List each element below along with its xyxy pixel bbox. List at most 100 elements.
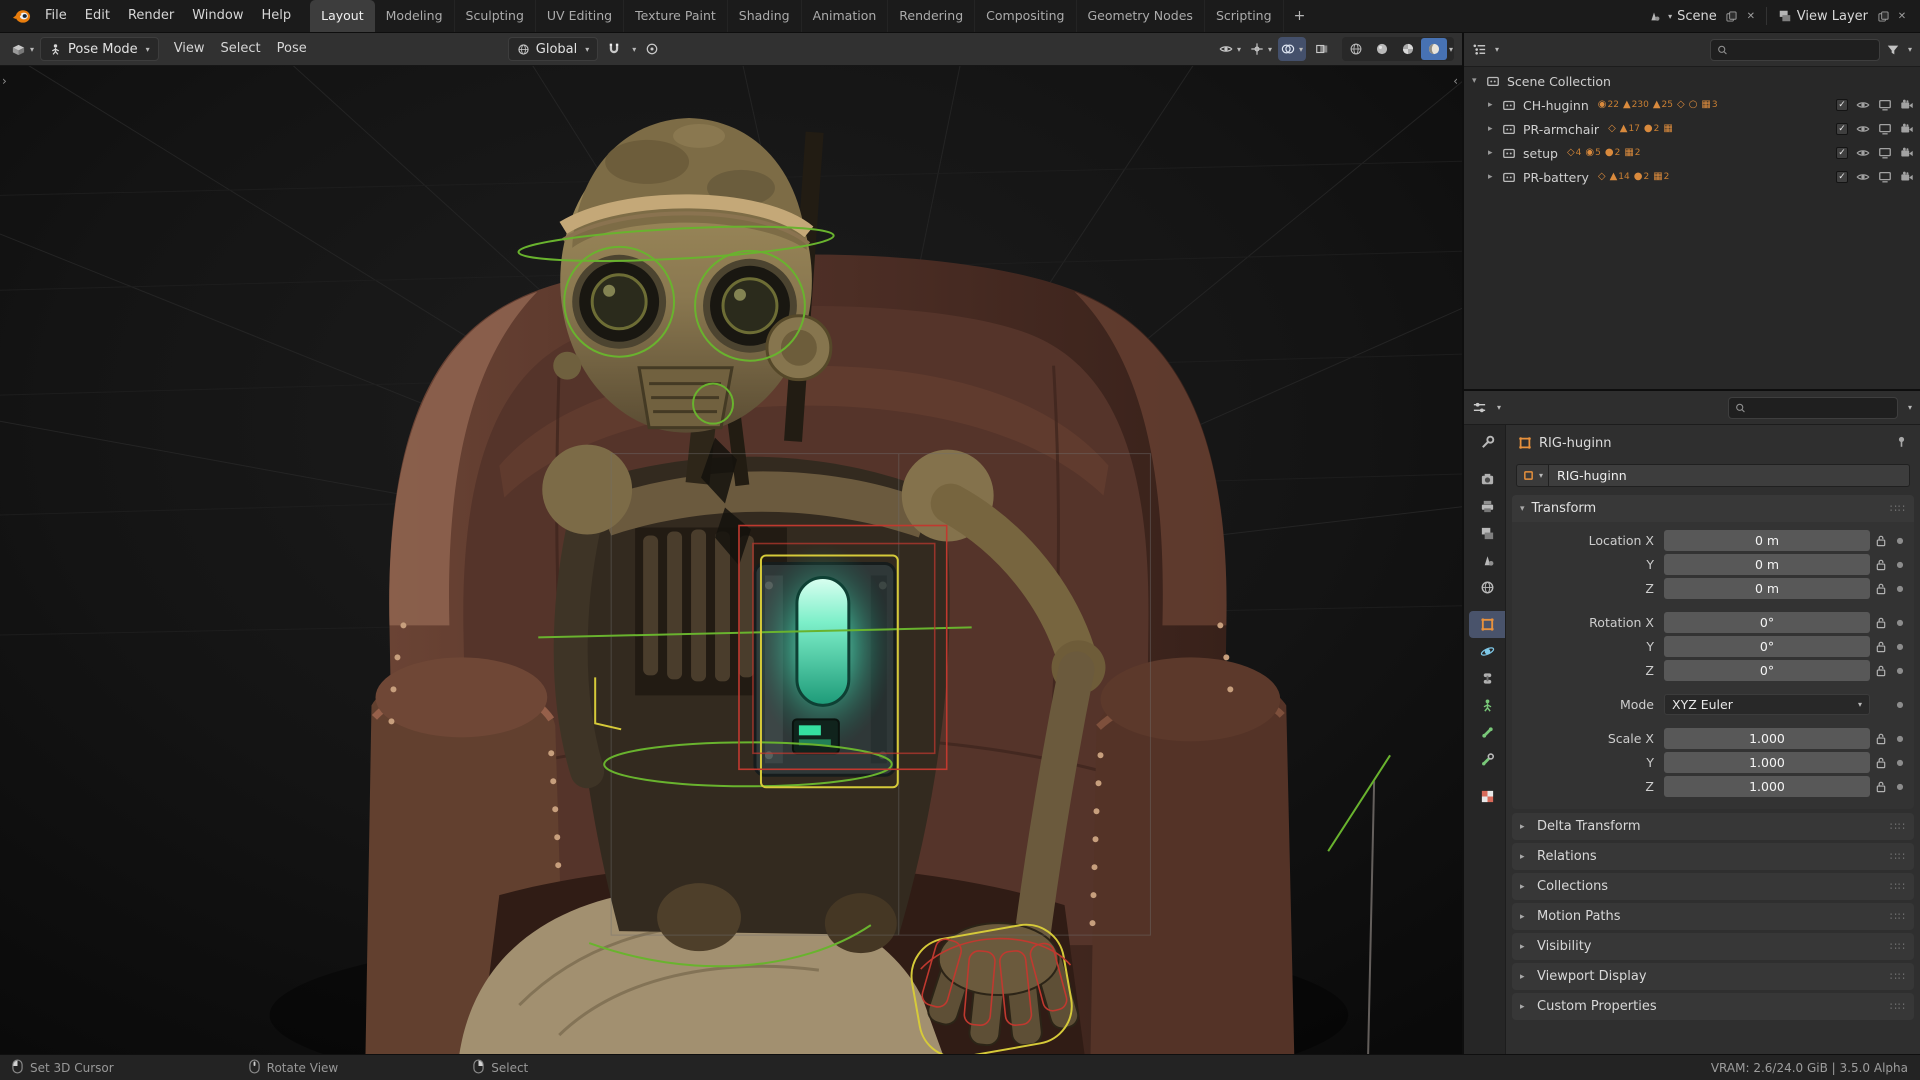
chevron-down-icon[interactable]: ▾ — [1495, 45, 1499, 54]
toolbar-expand-arrow[interactable]: › — [2, 74, 7, 88]
snap-toggle[interactable] — [601, 37, 627, 61]
outliner-row-setup[interactable]: ▸setup◇4◉5●2▦2✓ — [1464, 141, 1920, 165]
animate-decorator-dot[interactable]: ● — [1892, 584, 1908, 593]
lock-open-icon[interactable] — [1870, 583, 1892, 595]
exclude-checkbox[interactable]: ✓ — [1836, 171, 1848, 183]
pin-icon[interactable] — [1895, 435, 1908, 452]
properties-tab-scene[interactable] — [1469, 547, 1505, 574]
new-view-layer-button[interactable] — [1875, 8, 1891, 24]
unlink-scene-button[interactable]: ✕ — [1743, 8, 1759, 24]
chevron-down-icon[interactable]: ▾ — [1497, 403, 1501, 412]
menu-help[interactable]: Help — [253, 0, 301, 32]
exclude-checkbox[interactable]: ✓ — [1836, 123, 1848, 135]
exclude-checkbox[interactable]: ✓ — [1836, 147, 1848, 159]
sidebar-expand-arrow[interactable]: ‹ — [1453, 74, 1458, 88]
workspace-tab-texture-paint[interactable]: Texture Paint — [624, 0, 728, 32]
outliner-row-pr-armchair[interactable]: ▸PR-armchair◇▲17●2▦✓ — [1464, 117, 1920, 141]
breadcrumb-object-name[interactable]: RIG-huginn — [1539, 436, 1611, 451]
drag-handle[interactable]: ∷∷ — [1890, 502, 1906, 515]
outliner-root-row[interactable]: ▾ Scene Collection — [1464, 69, 1920, 93]
lock-open-icon[interactable] — [1870, 641, 1892, 653]
outliner-search[interactable] — [1710, 39, 1880, 61]
exclude-checkbox[interactable]: ✓ — [1836, 99, 1848, 111]
viewport-menu-pose[interactable]: Pose — [269, 33, 315, 65]
properties-tab-physics[interactable] — [1469, 638, 1505, 665]
outliner-row-pr-battery[interactable]: ▸PR-battery◇▲14●2▦2✓ — [1464, 165, 1920, 189]
object-type-visibility-dropdown[interactable]: ▾ — [1216, 37, 1244, 61]
object-browse-button[interactable]: ▾ — [1516, 464, 1549, 487]
properties-tab-view-layer[interactable] — [1469, 520, 1505, 547]
lock-open-icon[interactable] — [1870, 535, 1892, 547]
disclosure-triangle-icon[interactable]: ▸ — [1488, 100, 1502, 110]
drag-handle[interactable]: ∷∷ — [1890, 880, 1906, 893]
properties-tab-object-data[interactable] — [1469, 692, 1505, 719]
chevron-down-icon[interactable]: ▾ — [1908, 403, 1912, 412]
blender-logo-icon[interactable] — [6, 0, 36, 32]
remove-view-layer-button[interactable]: ✕ — [1894, 8, 1910, 24]
view-layer-selector[interactable]: View Layer — [1774, 4, 1872, 28]
workspace-tab-rendering[interactable]: Rendering — [888, 0, 975, 32]
transform-value-field[interactable]: 1.000 — [1664, 728, 1870, 749]
transform-value-field[interactable]: 0 m — [1664, 530, 1870, 551]
disable-render-icon[interactable] — [1899, 122, 1914, 137]
menu-file[interactable]: File — [36, 0, 76, 32]
workspace-tab-uv-editing[interactable]: UV Editing — [536, 0, 624, 32]
hide-eye-icon[interactable] — [1855, 170, 1870, 185]
menu-render[interactable]: Render — [119, 0, 183, 32]
object-name-field[interactable] — [1549, 464, 1910, 487]
outliner-editor-icon[interactable] — [1472, 42, 1487, 57]
lock-open-icon[interactable] — [1870, 757, 1892, 769]
menu-window[interactable]: Window — [183, 0, 252, 32]
workspace-tab-geometry-nodes[interactable]: Geometry Nodes — [1077, 0, 1205, 32]
drag-handle[interactable]: ∷∷ — [1890, 940, 1906, 953]
workspace-tab-shading[interactable]: Shading — [728, 0, 802, 32]
workspace-tab-sculpting[interactable]: Sculpting — [455, 0, 536, 32]
animate-decorator-dot[interactable]: ● — [1892, 666, 1908, 675]
collection-name[interactable]: setup — [1523, 146, 1558, 161]
properties-search[interactable] — [1728, 397, 1898, 419]
properties-editor-icon[interactable] — [1472, 400, 1487, 415]
shading-solid-button[interactable] — [1369, 38, 1395, 60]
properties-tab-object[interactable] — [1469, 611, 1505, 638]
disable-viewport-icon[interactable] — [1877, 98, 1892, 113]
properties-tab-tool[interactable] — [1469, 429, 1505, 456]
new-scene-button[interactable] — [1724, 8, 1740, 24]
animate-decorator-dot[interactable]: ● — [1892, 560, 1908, 569]
animate-decorator-dot[interactable]: ● — [1892, 734, 1908, 743]
workspace-tab-modeling[interactable]: Modeling — [375, 0, 455, 32]
add-workspace-button[interactable]: + — [1290, 6, 1310, 26]
disclosure-triangle-icon[interactable]: ▸ — [1488, 172, 1502, 182]
drag-handle[interactable]: ∷∷ — [1890, 820, 1906, 833]
workspace-tab-animation[interactable]: Animation — [802, 0, 889, 32]
properties-tab-bone-constraint[interactable] — [1469, 746, 1505, 773]
viewport-menu-view[interactable]: View — [166, 33, 213, 65]
transform-value-field[interactable]: 0 m — [1664, 554, 1870, 575]
disable-render-icon[interactable] — [1899, 146, 1914, 161]
animate-decorator-dot[interactable]: ● — [1892, 700, 1908, 709]
outliner-search-input[interactable] — [1733, 43, 1873, 57]
animate-decorator-dot[interactable]: ● — [1892, 782, 1908, 791]
animate-decorator-dot[interactable]: ● — [1892, 536, 1908, 545]
overlays-toggle[interactable]: ▾ — [1278, 37, 1306, 61]
scene-selector[interactable]: ▾ Scene — [1643, 4, 1721, 28]
shading-material-button[interactable] — [1395, 38, 1421, 60]
shading-wireframe-button[interactable] — [1343, 38, 1369, 60]
proportional-editing-toggle[interactable] — [639, 37, 665, 61]
disclosure-triangle-icon[interactable]: ▸ — [1488, 148, 1502, 158]
lock-open-icon[interactable] — [1870, 781, 1892, 793]
animate-decorator-dot[interactable]: ● — [1892, 758, 1908, 767]
drag-handle[interactable]: ∷∷ — [1890, 970, 1906, 983]
mode-dropdown[interactable]: Pose Mode ▾ — [40, 37, 159, 61]
filter-icon[interactable] — [1886, 43, 1900, 57]
section-collections[interactable]: ▸Collections∷∷ — [1512, 873, 1914, 900]
lock-open-icon[interactable] — [1870, 733, 1892, 745]
transform-value-field[interactable]: 0° — [1664, 612, 1870, 633]
lock-open-icon[interactable] — [1870, 559, 1892, 571]
properties-tab-constraints[interactable] — [1469, 665, 1505, 692]
transform-value-field[interactable]: 0° — [1664, 636, 1870, 657]
transform-value-field[interactable]: 1.000 — [1664, 776, 1870, 797]
menu-edit[interactable]: Edit — [76, 0, 119, 32]
animate-decorator-dot[interactable]: ● — [1892, 642, 1908, 651]
properties-tab-output[interactable] — [1469, 493, 1505, 520]
snap-options-chevron[interactable]: ▾ — [632, 45, 636, 54]
